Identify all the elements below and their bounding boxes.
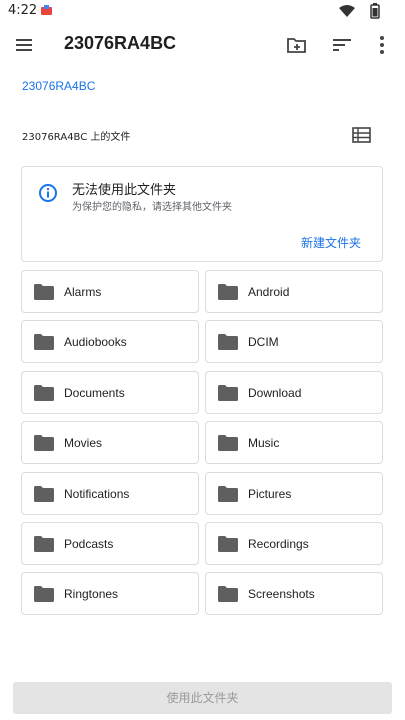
app-bar: 23076RA4BC xyxy=(0,24,405,66)
folder-tile[interactable]: Notifications xyxy=(21,471,199,515)
folder-icon xyxy=(218,536,238,552)
folder-name: Documents xyxy=(64,385,125,400)
folder-icon xyxy=(218,435,238,452)
info-card: 无法使用此文件夹 为保护您的隐私，请选择其他文件夹 新建文件夹 xyxy=(21,166,383,262)
battery-icon xyxy=(370,3,380,19)
folder-tile[interactable]: Recordings xyxy=(205,522,383,565)
folder-icon xyxy=(218,334,238,351)
folder-tile[interactable]: Podcasts xyxy=(21,522,199,565)
folder-tile[interactable]: Pictures xyxy=(205,471,383,515)
more-vert-icon[interactable] xyxy=(370,33,394,57)
app-title: 23076RA4BC xyxy=(64,33,177,53)
folder-name: Notifications xyxy=(64,486,130,501)
folder-icon xyxy=(34,485,54,502)
sort-icon[interactable] xyxy=(330,33,354,57)
folder-tile[interactable]: Alarms xyxy=(21,270,199,313)
new-folder-button[interactable]: 新建文件夹 xyxy=(301,234,361,251)
list-view-icon[interactable] xyxy=(351,125,373,145)
folder-tile[interactable]: Ringtones xyxy=(21,572,199,616)
folder-name: Ringtones xyxy=(64,587,119,602)
folder-name: Movies xyxy=(64,436,103,451)
folder-name: Android xyxy=(248,285,290,299)
folder-icon xyxy=(218,485,238,502)
section-label: 23076RA4BC 上的文件 xyxy=(22,132,131,143)
folder-icon xyxy=(218,384,238,401)
folder-tile[interactable]: Audiobooks xyxy=(21,320,199,364)
folder-icon xyxy=(34,334,54,351)
folder-icon xyxy=(34,384,54,401)
folder-name: Download xyxy=(248,385,302,400)
bottom-bar: 使用此文件夹 xyxy=(0,676,405,720)
use-this-folder-button[interactable]: 使用此文件夹 xyxy=(13,682,392,714)
breadcrumb[interactable]: 23076RA4BC xyxy=(22,79,95,93)
folder-name: Podcasts xyxy=(64,537,114,551)
folder-tile[interactable]: Android xyxy=(205,270,383,313)
create-new-folder-icon[interactable] xyxy=(285,33,309,57)
folder-tile[interactable]: Music xyxy=(205,421,383,465)
folder-icon xyxy=(34,284,54,300)
menu-icon[interactable] xyxy=(14,34,36,56)
folder-name: DCIM xyxy=(248,335,279,350)
folder-tile[interactable]: Download xyxy=(205,370,383,414)
folder-name: Audiobooks xyxy=(64,335,127,350)
info-icon xyxy=(39,184,57,202)
info-subtitle: 为保护您的隐私，请选择其他文件夹 xyxy=(72,202,232,213)
status-bar: 4:22 xyxy=(0,0,405,24)
folder-icon xyxy=(218,586,238,603)
folder-icon xyxy=(34,435,54,452)
folder-name: Pictures xyxy=(248,486,292,501)
folder-tile[interactable]: Documents xyxy=(21,370,199,414)
folder-tile[interactable]: Screenshots xyxy=(205,572,383,616)
folder-name: Alarms xyxy=(64,285,102,299)
folder-tile[interactable]: Movies xyxy=(21,421,199,465)
app-notification-icon xyxy=(41,5,52,15)
folder-icon xyxy=(34,536,54,552)
folder-name: Music xyxy=(248,436,280,451)
folder-tile[interactable]: DCIM xyxy=(205,320,383,364)
info-title: 无法使用此文件夹 xyxy=(72,183,177,198)
folder-name: Recordings xyxy=(248,537,309,551)
folder-icon xyxy=(218,284,238,300)
folder-icon xyxy=(34,586,54,603)
status-time: 4:22 xyxy=(8,3,38,18)
wifi-icon xyxy=(339,5,355,17)
folder-name: Screenshots xyxy=(248,587,315,602)
